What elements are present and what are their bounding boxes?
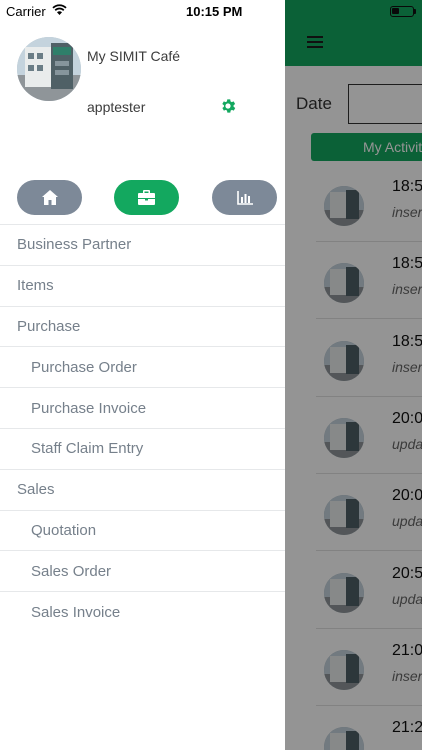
- menu-item[interactable]: Sales Order: [0, 550, 285, 591]
- menu-item[interactable]: Purchase Order: [0, 346, 285, 387]
- drawer-menu: Business Partner Items Purchase Purchase Or…: [0, 224, 285, 632]
- menu-item[interactable]: Purchase: [0, 305, 285, 347]
- settings-gear-icon[interactable]: [219, 97, 237, 115]
- wifi-icon: [52, 4, 67, 15]
- business-button[interactable]: [114, 180, 179, 215]
- briefcase-icon: [138, 190, 155, 205]
- drawer-overlay[interactable]: [285, 0, 422, 750]
- company-avatar[interactable]: [17, 37, 81, 101]
- username: apptester: [87, 99, 146, 115]
- status-bar: Carrier 10:15 PM: [0, 0, 422, 22]
- menu-item[interactable]: Sales: [0, 468, 285, 510]
- menu-item[interactable]: Business Partner: [0, 224, 285, 265]
- status-time: 10:15 PM: [186, 4, 243, 19]
- menu-item[interactable]: Sales Invoice: [0, 591, 285, 632]
- menu-item[interactable]: Staff Claim Entry: [0, 427, 285, 469]
- company-name: My SIMIT Café: [87, 48, 181, 64]
- reports-button[interactable]: [212, 180, 277, 215]
- home-button[interactable]: [17, 180, 82, 215]
- bar-chart-icon: [236, 190, 253, 205]
- home-icon: [41, 190, 58, 205]
- menu-item[interactable]: Purchase Invoice: [0, 387, 285, 428]
- menu-item[interactable]: Items: [0, 264, 285, 306]
- menu-item[interactable]: Quotation: [0, 509, 285, 551]
- carrier-label: Carrier: [6, 4, 46, 19]
- side-drawer: My SIMIT Café apptester Business Partner…: [0, 0, 285, 750]
